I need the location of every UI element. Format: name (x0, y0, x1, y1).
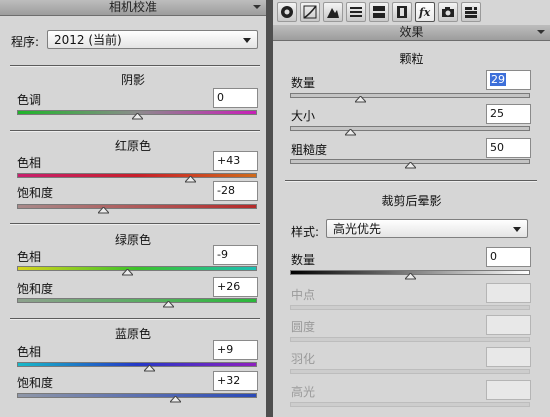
panel-title: 效果 (273, 25, 550, 41)
divider (10, 223, 260, 225)
grain-size-slider[interactable] (290, 126, 530, 131)
green-hue-label: 色相 (17, 250, 42, 264)
vignette-amount-label: 数量 (291, 253, 316, 267)
blue-hue-slider[interactable] (17, 362, 257, 367)
grain-roughness-label: 粗糙度 (291, 143, 328, 157)
vignette-amount-field[interactable]: 0 (486, 247, 531, 267)
shadows-section-title: 阴影 (120, 73, 145, 87)
divider (285, 180, 537, 182)
green-saturation-label: 饱和度 (17, 282, 54, 296)
grain-amount-label: 数量 (291, 76, 316, 90)
vignette-feather-slider (290, 369, 530, 374)
split-toning-icon (373, 6, 385, 18)
green-hue-slider[interactable] (17, 266, 257, 271)
detail-icon (327, 8, 339, 18)
grain-size-thumb[interactable] (345, 129, 356, 136)
vignette-highlights-label: 高光 (291, 385, 316, 399)
green-hue-thumb[interactable] (122, 269, 134, 276)
grain-section-title: 颗粒 (399, 52, 424, 66)
hsl-tab[interactable] (346, 2, 366, 22)
vignette-midpoint-slider (290, 305, 530, 310)
panel-title: 相机校准 (0, 0, 266, 16)
vignette-roundness-label: 圆度 (291, 320, 316, 334)
effects-tab[interactable]: fx (415, 2, 435, 22)
red-saturation-label: 饱和度 (17, 186, 54, 200)
vignette-style-label: 样式: (291, 225, 320, 239)
vignette-amount-thumb[interactable] (405, 273, 416, 280)
vignette-roundness-field (486, 315, 531, 335)
red-saturation-field[interactable]: -28 (213, 181, 258, 201)
effects-panel: fx 效果 颗粒 数量 29 大小 25 粗糙度 50 裁剪后晕影 样式: 高光… (273, 0, 550, 417)
basic-icon (281, 6, 293, 18)
chevron-down-icon (243, 38, 251, 43)
lens-corrections-icon (397, 6, 407, 18)
divider (10, 65, 260, 67)
process-version-value: 2012 (当前) (54, 33, 122, 47)
panel-title-text: 相机校准 (108, 0, 157, 14)
blue-saturation-thumb[interactable] (170, 396, 182, 403)
grain-amount-field[interactable]: 29 (486, 70, 531, 90)
divider (10, 318, 260, 320)
green-saturation-slider[interactable] (17, 298, 257, 303)
shadows-tint-label: 色调 (17, 93, 42, 107)
process-version-select[interactable]: 2012 (当前) (47, 30, 258, 49)
vignette-midpoint-field (486, 283, 531, 303)
blue-hue-thumb[interactable] (144, 365, 155, 372)
camera-calibration-tab[interactable] (438, 2, 458, 22)
vignette-style-value: 高光优先 (333, 222, 382, 236)
panel-divider (266, 0, 273, 417)
blue-hue-label: 色相 (17, 345, 42, 359)
grain-amount-thumb[interactable] (354, 96, 366, 103)
blue-saturation-label: 饱和度 (17, 376, 54, 390)
camera-calibration-icon (442, 7, 454, 17)
panel-menu-icon[interactable] (536, 27, 546, 37)
red-hue-field[interactable]: +43 (213, 151, 258, 171)
basic-tab[interactable] (277, 2, 297, 22)
post-crop-vignetting-section-title: 裁剪后晕影 (381, 194, 442, 208)
blue-hue-field[interactable]: +9 (213, 340, 258, 360)
hsl-icon (350, 7, 362, 17)
tone-curve-icon (303, 5, 317, 19)
vignette-style-select[interactable]: 高光优先 (326, 219, 528, 238)
panel-tab-toolbar: fx (273, 0, 550, 27)
presets-icon (465, 6, 477, 18)
presets-tab[interactable] (461, 2, 481, 22)
program-label: 程序: (11, 35, 40, 49)
green-saturation-thumb[interactable] (163, 301, 175, 308)
chevron-down-icon (513, 227, 521, 232)
blue-saturation-slider[interactable] (17, 393, 257, 398)
split-toning-tab[interactable] (369, 2, 389, 22)
grain-size-field[interactable]: 25 (486, 104, 531, 124)
detail-tab[interactable] (323, 2, 343, 22)
grain-roughness-field[interactable]: 50 (486, 138, 531, 158)
panel-menu-icon[interactable] (252, 2, 262, 12)
vignette-roundness-slider (290, 337, 530, 342)
grain-size-label: 大小 (291, 109, 316, 123)
effects-icon: fx (418, 6, 431, 19)
shadows-tint-thumb[interactable] (132, 113, 143, 120)
shadows-tint-field[interactable]: 0 (213, 88, 258, 108)
green-hue-field[interactable]: -9 (213, 245, 258, 265)
grain-roughness-thumb[interactable] (405, 162, 416, 169)
vignette-midpoint-label: 中点 (291, 288, 316, 302)
red-saturation-slider[interactable] (17, 204, 257, 209)
red-hue-thumb[interactable] (184, 176, 196, 183)
blue-saturation-field[interactable]: +32 (213, 371, 258, 391)
panel-title-text: 效果 (399, 25, 424, 39)
divider (10, 130, 260, 132)
red-hue-slider[interactable] (17, 173, 257, 178)
green-saturation-field[interactable]: +26 (213, 277, 258, 297)
grain-amount-slider[interactable] (290, 93, 530, 98)
vignette-feather-label: 羽化 (291, 352, 316, 366)
vignette-feather-field (486, 347, 531, 367)
lens-corrections-tab[interactable] (392, 2, 412, 22)
camera-calibration-panel: 相机校准 程序: 2012 (当前) 阴影 色调 0 红原色 色相 +43 饱和… (0, 0, 266, 417)
tone-curve-tab[interactable] (300, 2, 320, 22)
vignette-highlights-slider (290, 402, 530, 407)
red-hue-label: 色相 (17, 156, 42, 170)
red-saturation-thumb[interactable] (98, 207, 110, 214)
vignette-highlights-field (486, 380, 531, 400)
svg-text:fx: fx (418, 6, 431, 19)
